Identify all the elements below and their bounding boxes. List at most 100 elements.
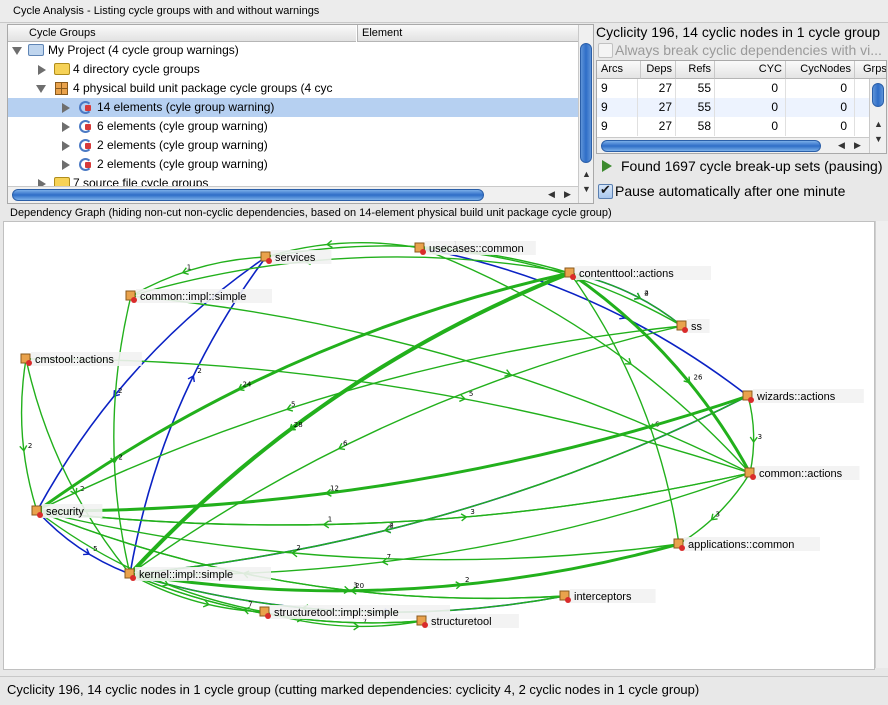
dependency-edge[interactable] [20, 358, 38, 512]
scroll-thumb[interactable] [580, 43, 592, 163]
table-header-grps[interactable]: Grps [855, 61, 886, 79]
edge-weight-label: 2 [118, 454, 122, 462]
graph-node-structuretool[interactable]: structuretool [416, 614, 519, 628]
dependency-edge[interactable] [113, 295, 132, 575]
play-icon[interactable] [602, 160, 612, 172]
scroll-right-icon[interactable]: ▶ [854, 140, 861, 151]
dependency-edge[interactable] [747, 395, 755, 474]
edge-weight-label: 2 [296, 544, 300, 552]
expand-right-icon[interactable] [62, 160, 70, 170]
edge-weight-label: 2 [118, 387, 122, 395]
scroll-right-icon[interactable]: ▶ [564, 189, 571, 200]
table-header-arcs[interactable]: Arcs [597, 61, 641, 79]
expand-down-icon[interactable] [36, 85, 46, 93]
expand-down-icon[interactable] [12, 47, 22, 55]
node-label: kernel::impl::simple [139, 569, 233, 581]
tree-item-directory-groups[interactable]: 4 directory cycle groups [8, 60, 578, 79]
cycle-group-icon [78, 100, 92, 114]
tree-item-package-groups[interactable]: 4 physical build unit package cycle grou… [8, 79, 578, 98]
graph-node-contenttool[interactable]: contenttool::actions [564, 266, 711, 280]
warning-icon [750, 474, 756, 480]
pause-checkbox[interactable] [598, 182, 613, 199]
tree-item-label: 2 elements (cyle group warning) [97, 157, 268, 171]
scroll-down-icon[interactable]: ▼ [582, 184, 591, 194]
expand-right-icon[interactable] [38, 65, 46, 75]
edge-weight-label: 20 [355, 582, 364, 590]
table-horizontal-scrollbar[interactable]: ◀ ▶ [597, 137, 869, 153]
dependency-edge[interactable] [36, 510, 566, 600]
dependency-edge[interactable] [569, 271, 752, 474]
table-row[interactable]: 9 27 58 0 0 [597, 117, 869, 136]
table-header-refs[interactable]: Refs [676, 61, 715, 79]
tree-item-2-elements-b[interactable]: 2 elements (cyle group warning) [8, 155, 578, 174]
dependency-graph-panel[interactable]: 222252824264612252111234563173332027723 … [3, 221, 875, 670]
dependency-edge[interactable] [678, 472, 751, 545]
table-row[interactable]: 9 27 55 0 0 [597, 98, 869, 117]
scroll-thumb[interactable] [872, 83, 884, 107]
tree-horizontal-scrollbar[interactable]: ◀ ▶ [8, 186, 578, 203]
cut-dependency-edge[interactable] [129, 256, 267, 575]
node-label: ss [691, 321, 703, 333]
expand-right-icon[interactable] [62, 122, 70, 132]
table-vertical-scrollbar[interactable]: ▲ ▼ [869, 79, 886, 153]
graph-vertical-scrollbar[interactable] [875, 221, 888, 668]
always-break-label: Always break cyclic dependencies with vi… [615, 42, 882, 58]
package-icon [55, 82, 68, 95]
graph-node-services[interactable]: services [260, 250, 332, 264]
table-cell: 0 [786, 117, 855, 136]
graph-node-common_actions[interactable]: common::actions [744, 466, 860, 480]
dependency-edge[interactable] [36, 510, 566, 600]
expand-right-icon[interactable] [62, 141, 70, 151]
graph-node-appcommon[interactable]: applications::common [673, 537, 820, 551]
dependency-edge[interactable] [129, 325, 683, 575]
table-row[interactable]: 9 27 55 0 0 [597, 79, 869, 98]
node-label: structuretool [431, 616, 492, 628]
graph-node-interceptors[interactable]: interceptors [559, 589, 656, 603]
dependency-edge[interactable] [36, 472, 751, 526]
table-cell: 58 [676, 117, 715, 136]
expand-right-icon[interactable] [62, 103, 70, 113]
graph-node-kernel[interactable]: kernel::impl::simple [124, 567, 271, 581]
graph-node-wizards[interactable]: wizards::actions [742, 389, 864, 403]
node-label: services [275, 252, 316, 264]
tree-vertical-scrollbar[interactable]: ▲ ▼ [578, 25, 593, 203]
graph-node-cmstool[interactable]: cmstool::actions [20, 352, 142, 366]
dependency-graph[interactable]: 222252824264612252111234563173332027723 … [4, 222, 874, 669]
scroll-left-icon[interactable]: ◀ [548, 189, 555, 200]
graph-node-security[interactable]: security [31, 504, 103, 518]
table-header-cyc[interactable]: CYC [715, 61, 786, 79]
scroll-thumb[interactable] [601, 140, 821, 152]
graph-node-ss[interactable]: ss [676, 319, 710, 333]
node-label: security [46, 506, 84, 518]
node-label: contenttool::actions [579, 268, 674, 280]
graph-node-usecases[interactable]: usecases::common [414, 241, 536, 255]
dependency-edge[interactable] [36, 472, 751, 526]
tree-item-label: 14 elements (cyle group warning) [97, 100, 275, 114]
tree-item-2-elements[interactable]: 2 elements (cyle group warning) [8, 136, 578, 155]
cycle-group-icon [78, 138, 92, 152]
table-cell: 27 [641, 98, 676, 117]
cycle-stats-table[interactable]: Arcs Deps Refs CYC CycNodes Grps 9 27 55… [596, 60, 887, 154]
tree-item-project[interactable]: My Project (4 cycle group warnings) [8, 41, 578, 60]
scroll-down-icon[interactable]: ▼ [874, 134, 883, 144]
table-header-cycnodes[interactable]: CycNodes [786, 61, 855, 79]
tree-item-label: 2 elements (cyle group warning) [97, 138, 268, 152]
column-header-element[interactable]: Element [357, 25, 579, 42]
tree-item-6-elements[interactable]: 6 elements (cyle group warning) [8, 117, 578, 136]
scroll-up-icon[interactable]: ▲ [874, 119, 883, 129]
tree-item-14-elements[interactable]: 14 elements (cyle group warning) [8, 98, 578, 117]
tree-item-label: 4 physical build unit package cycle grou… [73, 81, 333, 95]
edge-weight-label: 3 [715, 511, 719, 519]
scroll-thumb[interactable] [12, 189, 484, 201]
graph-node-common_impl[interactable]: common::impl::simple [125, 289, 272, 303]
edge-weight-label: 3 [758, 433, 762, 441]
warning-icon [265, 613, 271, 619]
always-break-checkbox[interactable] [598, 43, 613, 58]
dependency-edge[interactable] [25, 358, 751, 474]
scroll-left-icon[interactable]: ◀ [838, 140, 845, 151]
scroll-up-icon[interactable]: ▲ [582, 169, 591, 179]
cycle-groups-tree[interactable]: Cycle Groups Element My Project (4 cycle… [7, 24, 594, 204]
warning-icon [748, 397, 754, 403]
column-header-cycle-groups[interactable]: Cycle Groups [8, 25, 356, 42]
table-header-deps[interactable]: Deps [641, 61, 676, 79]
